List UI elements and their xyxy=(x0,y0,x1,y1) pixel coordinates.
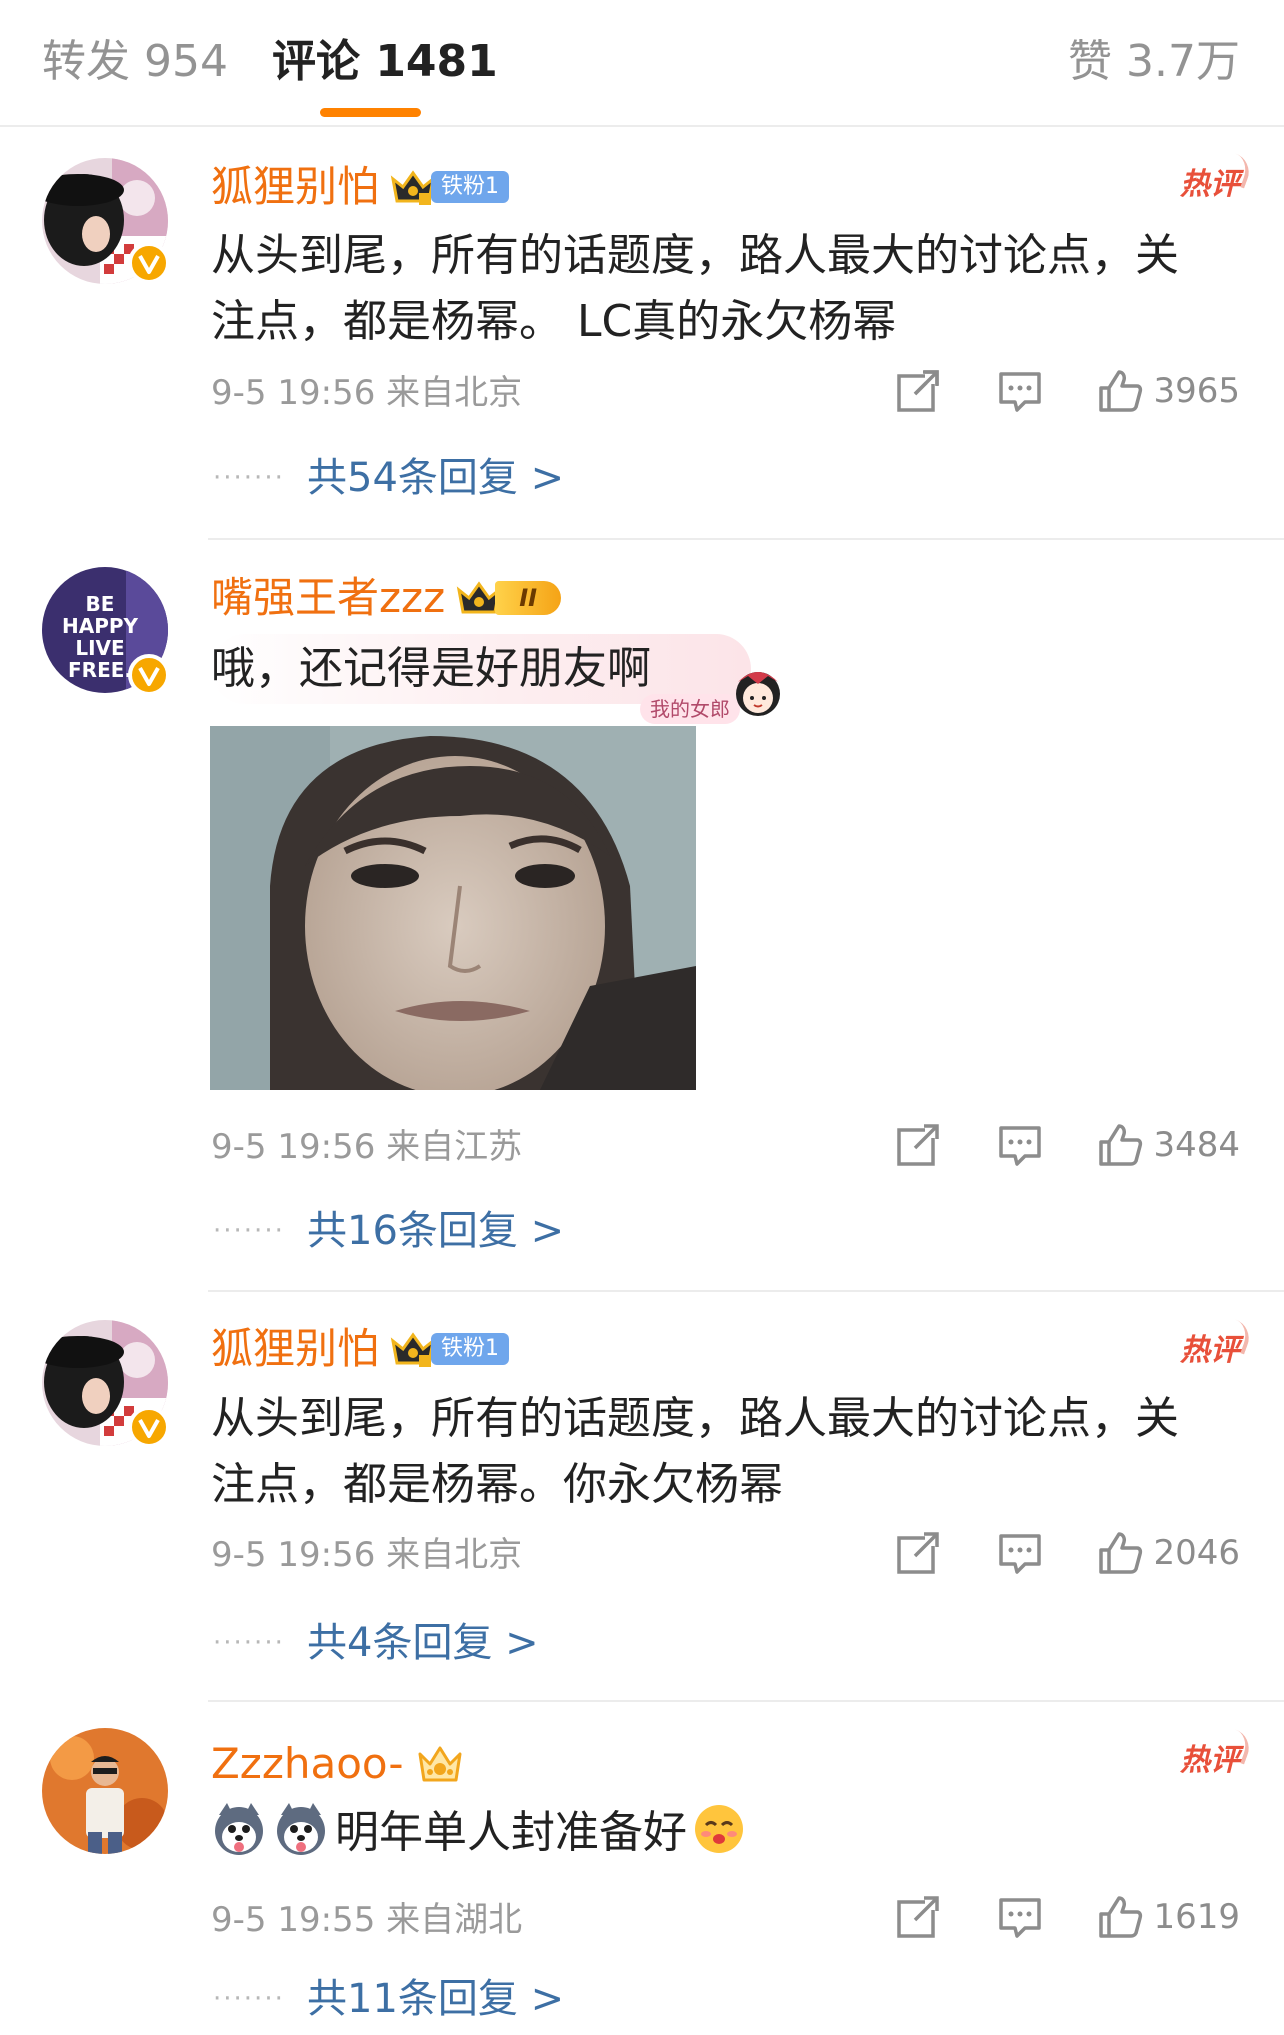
meme-image[interactable] xyxy=(210,726,696,1090)
comment-tabs: 转发 954 评论 1481 赞 3.7万 xyxy=(0,0,1284,127)
comment-meta: 9-5 19:56 来自北京 xyxy=(211,373,523,413)
like-icon xyxy=(1099,1532,1143,1574)
replies-row: ······· 共4条回复 > xyxy=(213,1617,539,1669)
share-icon[interactable] xyxy=(895,1894,941,1940)
comment-text-row: 明年单人封准备好 xyxy=(211,1798,1221,1868)
like-button[interactable]: 3484 xyxy=(1097,1122,1240,1168)
comment-icon[interactable] xyxy=(997,1122,1043,1168)
crown-icon xyxy=(390,1332,436,1367)
avatar-text: FREE. xyxy=(68,658,132,682)
comment-icon[interactable] xyxy=(997,368,1043,414)
replies-dots: ······· xyxy=(213,1984,285,2014)
replies-dots: ······· xyxy=(213,1216,285,1246)
verified-icon xyxy=(128,1406,170,1448)
view-replies-link[interactable]: 共11条回复 > xyxy=(307,1973,564,2025)
avatar-text: BE xyxy=(86,592,115,616)
husky-emoji-icon xyxy=(277,1803,325,1855)
replies-row: ······· 共16条回复 > xyxy=(213,1205,564,1257)
like-button[interactable]: 1619 xyxy=(1097,1894,1240,1940)
view-replies-link[interactable]: 共16条回复 > xyxy=(307,1205,564,1257)
tab-reposts[interactable]: 转发 954 xyxy=(42,34,228,90)
replies-dots: ······· xyxy=(213,1628,285,1658)
husky-emoji-icon xyxy=(215,1803,263,1855)
comment-actions: 3484 xyxy=(895,1122,1240,1168)
cartoon-girl-icon xyxy=(736,672,780,716)
comment-divider xyxy=(208,1290,1284,1292)
crown-icon xyxy=(390,170,436,205)
avatar[interactable] xyxy=(42,1728,168,1854)
comment-divider xyxy=(208,1700,1284,1702)
tab-likes[interactable]: 赞 3.7万 xyxy=(1068,34,1240,90)
comment-text: 从头到尾，所有的话题度，路人最大的讨论点，关注点，都是杨幂。 LC真的永欠杨幂 xyxy=(211,230,1179,347)
like-icon xyxy=(1099,1896,1143,1938)
verified-icon xyxy=(128,242,170,284)
fan-badge-label: II xyxy=(495,581,562,615)
like-icon xyxy=(1099,370,1143,412)
username[interactable]: 狐狸别怕 xyxy=(211,1322,379,1376)
comment-meta: 9-5 19:55 来自湖北 xyxy=(211,1900,523,1940)
username-row: 嘴强王者zzz II xyxy=(211,571,562,625)
comment-text: 从头到尾，所有的话题度，路人最大的讨论点，关注点，都是杨幂。你永欠杨幂 xyxy=(211,1393,1179,1510)
crown-icon xyxy=(418,1746,462,1782)
fan-badge-label: 铁粉1 xyxy=(431,1333,510,1365)
like-count: 3484 xyxy=(1153,1125,1240,1165)
comment-actions: 3965 xyxy=(895,368,1240,414)
comment-icon[interactable] xyxy=(997,1894,1043,1940)
like-count: 2046 xyxy=(1153,1533,1240,1573)
like-button[interactable]: 3965 xyxy=(1097,368,1240,414)
bubble-decoration-label: 我的女郎 xyxy=(640,694,740,724)
comment-icon[interactable] xyxy=(997,1530,1043,1576)
fan-badge: II xyxy=(455,580,562,616)
like-button[interactable]: 2046 xyxy=(1097,1530,1240,1576)
username[interactable]: 嘴强王者zzz xyxy=(211,571,445,625)
comment-actions: 1619 xyxy=(895,1894,1240,1940)
username[interactable]: 狐狸别怕 xyxy=(211,160,379,214)
comment-actions: 2046 xyxy=(895,1530,1240,1576)
hot-comment-tag: 热评 xyxy=(1180,165,1240,205)
share-icon[interactable] xyxy=(895,1122,941,1168)
comment-meta: 9-5 19:56 来自北京 xyxy=(211,1535,523,1575)
comment-text: 明年单人封准备好 xyxy=(335,1807,687,1858)
fan-badge: 铁粉1 xyxy=(389,1331,510,1367)
like-count: 1619 xyxy=(1153,1897,1240,1937)
kissing-face-emoji-icon xyxy=(695,1805,743,1853)
avatar-text: LIVE xyxy=(75,636,124,660)
comment-meta: 9-5 19:56 来自江苏 xyxy=(211,1127,523,1167)
hot-comment-tag: 热评 xyxy=(1180,1331,1240,1371)
comment-text: 哦，还记得是好朋友啊 xyxy=(211,643,651,694)
hot-comment-tag: 热评 xyxy=(1180,1741,1240,1781)
replies-row: ······· 共11条回复 > xyxy=(213,1973,564,2025)
view-replies-link[interactable]: 共54条回复 > xyxy=(307,452,564,504)
replies-row: ······· 共54条回复 > xyxy=(213,452,564,504)
like-icon xyxy=(1099,1124,1143,1166)
view-replies-link[interactable]: 共4条回复 > xyxy=(307,1617,539,1669)
comment-divider xyxy=(208,538,1284,540)
username-row: 狐狸别怕 铁粉1 xyxy=(211,160,510,214)
verified-icon xyxy=(128,654,170,696)
username-row: Zzzhaoo- xyxy=(211,1737,466,1791)
active-tab-indicator xyxy=(320,108,421,117)
fan-badge: 铁粉1 xyxy=(389,169,510,205)
share-icon[interactable] xyxy=(895,368,941,414)
username-row: 狐狸别怕 铁粉1 xyxy=(211,1322,510,1376)
fan-badge-label: 铁粉1 xyxy=(431,171,510,203)
share-icon[interactable] xyxy=(895,1530,941,1576)
replies-dots: ······· xyxy=(213,463,285,493)
username[interactable]: Zzzhaoo- xyxy=(211,1737,404,1791)
avatar-text: HAPPY xyxy=(62,614,139,638)
like-count: 3965 xyxy=(1153,371,1240,411)
tab-comments[interactable]: 评论 1481 xyxy=(272,34,498,90)
